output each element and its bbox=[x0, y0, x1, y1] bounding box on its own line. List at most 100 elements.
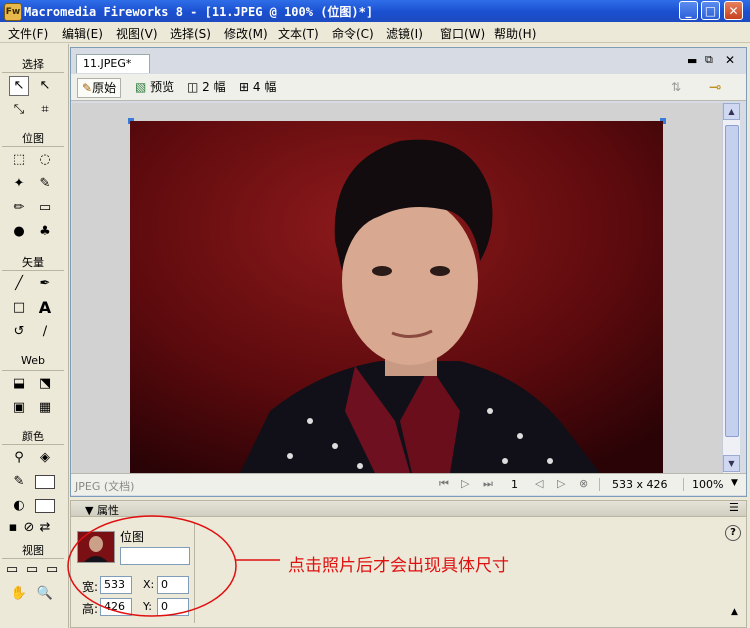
stroke-color-icon[interactable]: ✎ bbox=[9, 472, 29, 492]
export-key-icon[interactable]: ⊸ bbox=[709, 78, 722, 96]
minimize-button[interactable]: _ bbox=[679, 1, 698, 20]
menu-bar: 文件(F) 编辑(E) 视图(V) 选择(S) 修改(M) 文本(T) 命令(C… bbox=[0, 22, 750, 43]
menu-filters[interactable]: 滤镜(I) bbox=[386, 25, 423, 42]
document-type-status: JPEG (文档) bbox=[75, 480, 135, 493]
show-slices-icon[interactable]: ▦ bbox=[35, 398, 55, 418]
play-icon[interactable]: ▷ bbox=[461, 477, 469, 490]
four-up-icon: ⊞ bbox=[239, 80, 250, 94]
window-title: Macromedia Fireworks 8 - [11.JPEG @ 100%… bbox=[24, 5, 374, 19]
full-screen-menus-icon[interactable]: ▭ bbox=[24, 560, 40, 580]
brush-tool-icon[interactable]: ✎ bbox=[35, 174, 55, 194]
view-4up-button[interactable]: ⊞ 4 幅 bbox=[239, 78, 276, 96]
default-colors-icon[interactable]: ▪ bbox=[6, 518, 20, 538]
quick-export-icon[interactable]: ⇅ bbox=[671, 78, 681, 96]
tools-panel: 选择 ↖ ↖ ⤡ ⌗ 位图 ⬚ ◌ ✦ ✎ ✏ ▭ ● ♣ 矢量 ╱ ✒ □ A… bbox=[0, 44, 69, 628]
document-close-icon[interactable]: ✕ bbox=[725, 53, 735, 67]
tools-section-color: 颜色 bbox=[2, 428, 64, 445]
fill-color-swatch[interactable] bbox=[35, 499, 55, 513]
tools-section-select: 选择 bbox=[2, 56, 64, 73]
scroll-up-icon[interactable]: ▲ bbox=[723, 103, 740, 120]
rubber-stamp-tool-icon[interactable]: ♣ bbox=[35, 222, 55, 242]
close-button[interactable]: ✕ bbox=[724, 1, 743, 20]
menu-modify[interactable]: 修改(M) bbox=[224, 25, 268, 42]
previous-frame-icon[interactable]: ◁ bbox=[535, 477, 543, 490]
tools-section-view: 视图 bbox=[2, 542, 64, 559]
paint-bucket-tool-icon[interactable]: ◈ bbox=[35, 448, 55, 468]
zoom-dropdown-icon[interactable]: ▼ bbox=[731, 478, 738, 488]
marquee-tool-icon[interactable]: ⬚ bbox=[9, 150, 29, 170]
help-icon[interactable]: ? bbox=[725, 525, 741, 541]
magic-wand-tool-icon[interactable]: ✦ bbox=[9, 174, 29, 194]
annotation-ellipse bbox=[67, 515, 280, 617]
title-bar: Fw Macromedia Fireworks 8 - [11.JPEG @ 1… bbox=[0, 0, 750, 22]
menu-commands[interactable]: 命令(C) bbox=[332, 25, 374, 42]
scale-tool-icon[interactable]: ⤡ bbox=[9, 100, 29, 120]
tools-section-web: Web bbox=[2, 354, 64, 371]
preview-image-icon: ▧ bbox=[135, 80, 147, 94]
line-tool-icon[interactable]: ╱ bbox=[9, 274, 29, 294]
vertical-scrollbar[interactable]: ▲ ▼ bbox=[722, 103, 740, 473]
view-2up-label: 2 幅 bbox=[202, 80, 226, 94]
subselect-tool-icon[interactable]: ↖ bbox=[35, 76, 55, 96]
slice-tool-icon[interactable]: ⬔ bbox=[35, 374, 55, 394]
pen-tool-icon[interactable]: ✒ bbox=[35, 274, 55, 294]
menu-edit[interactable]: 编辑(E) bbox=[62, 25, 103, 42]
hand-tool-icon[interactable]: ✋ bbox=[9, 584, 29, 604]
document-view-toolbar: ✎原始 ▧ 预览 ◫ 2 幅 ⊞ 4 幅 ⇅ ⊸ bbox=[71, 74, 746, 101]
view-preview-button[interactable]: ▧ 预览 bbox=[135, 78, 174, 96]
pointer-tool-icon[interactable]: ↖ bbox=[9, 76, 29, 96]
menu-view[interactable]: 视图(V) bbox=[116, 25, 158, 42]
rectangle-tool-icon[interactable]: □ bbox=[9, 298, 29, 318]
menu-text[interactable]: 文本(T) bbox=[278, 25, 319, 42]
freeform-tool-icon[interactable]: ↺ bbox=[9, 322, 29, 342]
view-4up-label: 4 幅 bbox=[252, 80, 277, 94]
crop-tool-icon[interactable]: ⌗ bbox=[35, 100, 55, 120]
view-original-button[interactable]: ✎原始 bbox=[77, 78, 122, 98]
knife-tool-icon[interactable]: ∕ bbox=[35, 322, 55, 342]
document-minimize-icon[interactable]: ▬ bbox=[687, 54, 697, 67]
maximize-button[interactable]: □ bbox=[701, 1, 720, 20]
eyedropper-tool-icon[interactable]: ⚲ bbox=[9, 448, 29, 468]
scrollbar-thumb[interactable] bbox=[725, 125, 739, 437]
stop-icon[interactable]: ⊗ bbox=[579, 477, 588, 490]
scroll-down-icon[interactable]: ▼ bbox=[723, 455, 740, 472]
tools-section-bitmap: 位图 bbox=[2, 130, 64, 147]
text-tool-icon[interactable]: A bbox=[35, 298, 55, 318]
canvas-dimensions[interactable]: 533 x 426 bbox=[599, 478, 668, 491]
view-2up-button[interactable]: ◫ 2 幅 bbox=[187, 78, 226, 96]
tools-section-vector: 矢量 bbox=[2, 254, 64, 271]
menu-window[interactable]: 窗口(W) bbox=[440, 25, 485, 42]
zoom-tool-icon[interactable]: 🔍 bbox=[35, 584, 55, 604]
panel-expand-icon[interactable]: ▲ bbox=[731, 607, 738, 617]
first-frame-icon[interactable]: ⏮ bbox=[439, 477, 449, 491]
current-frame-number: 1 bbox=[511, 478, 518, 491]
view-preview-label: 预览 bbox=[150, 80, 175, 94]
hotspot-tool-icon[interactable]: ⬓ bbox=[9, 374, 29, 394]
zoom-level[interactable]: 100% bbox=[683, 478, 723, 491]
menu-help[interactable]: 帮助(H) bbox=[494, 25, 536, 42]
lasso-tool-icon[interactable]: ◌ bbox=[35, 150, 55, 170]
pencil-icon: ✎ bbox=[82, 81, 93, 95]
last-frame-icon[interactable]: ⏭ bbox=[483, 477, 493, 491]
eraser-tool-icon[interactable]: ▭ bbox=[35, 198, 55, 218]
pencil-tool-icon[interactable]: ✏ bbox=[9, 198, 29, 218]
fireworks-app-icon: Fw bbox=[4, 3, 22, 21]
blur-tool-icon[interactable]: ● bbox=[9, 222, 29, 242]
swap-colors-icon[interactable]: ⇄ bbox=[38, 518, 52, 538]
panel-options-icon[interactable]: ☰ bbox=[729, 501, 739, 514]
document-restore-icon[interactable]: ⧉ bbox=[705, 53, 713, 67]
document-status-bar: JPEG (文档) ⏮ ▷ ⏭ 1 ◁ ▷ ⊗ 533 x 426 100% ▼ bbox=[71, 473, 746, 495]
no-color-icon[interactable]: ⊘ bbox=[22, 518, 36, 538]
bitmap-photo[interactable] bbox=[130, 121, 663, 473]
fill-color-icon[interactable]: ◐ bbox=[9, 496, 29, 516]
view-original-label: 原始 bbox=[92, 81, 117, 95]
menu-file[interactable]: 文件(F) bbox=[8, 25, 48, 42]
menu-select[interactable]: 选择(S) bbox=[170, 25, 211, 42]
next-frame-icon[interactable]: ▷ bbox=[557, 477, 565, 490]
document-tab[interactable]: 11.JPEG* bbox=[76, 54, 150, 73]
standard-screen-mode-icon[interactable]: ▭ bbox=[4, 560, 20, 580]
annotation-text: 点击照片后才会出现具体尺寸 bbox=[288, 556, 509, 576]
full-screen-mode-icon[interactable]: ▭ bbox=[44, 560, 60, 580]
stroke-color-swatch[interactable] bbox=[35, 475, 55, 489]
hide-slices-icon[interactable]: ▣ bbox=[9, 398, 29, 418]
